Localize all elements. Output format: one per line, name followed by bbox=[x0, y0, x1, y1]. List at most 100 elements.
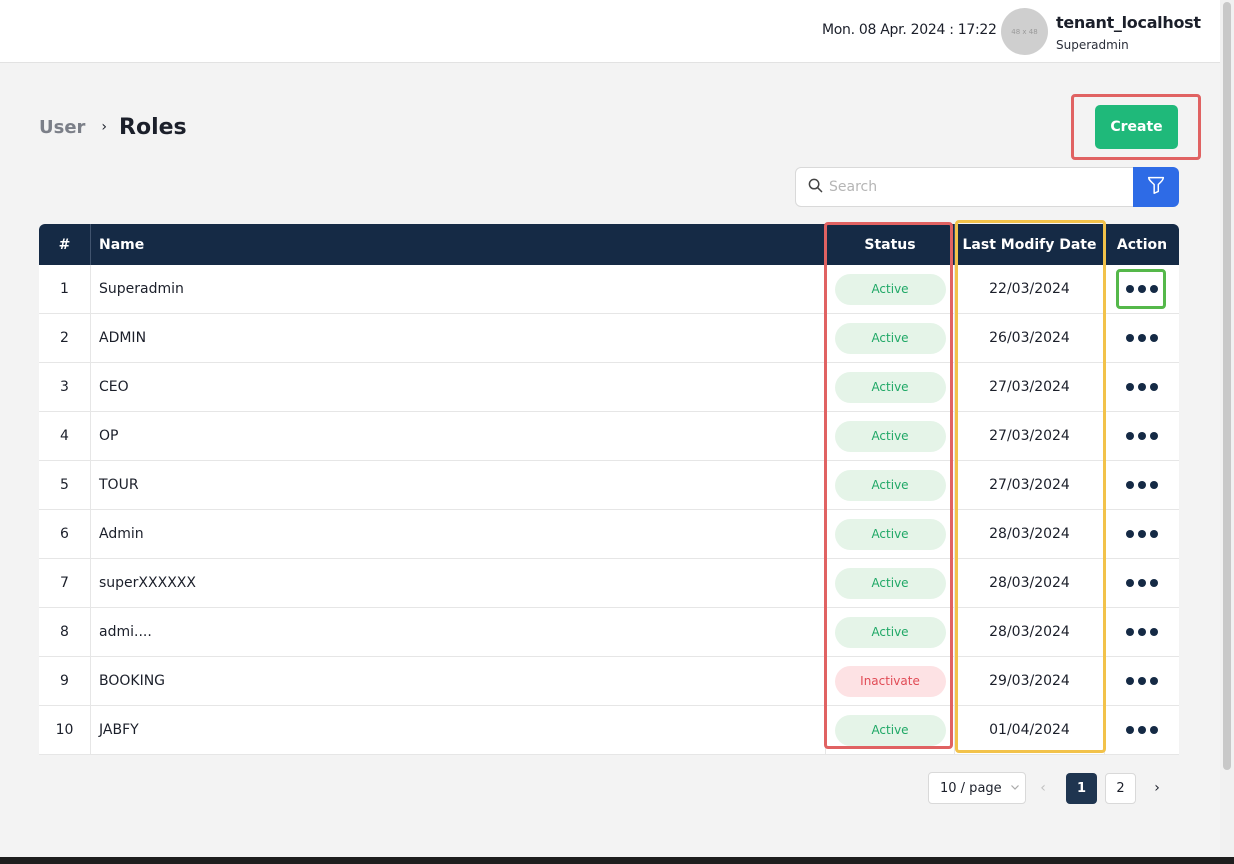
search-box[interactable] bbox=[795, 167, 1135, 207]
breadcrumb: User › Roles bbox=[39, 113, 187, 141]
action-cell bbox=[1105, 608, 1179, 656]
action-cell bbox=[1105, 265, 1179, 313]
status-cell: Inactivate bbox=[826, 657, 955, 705]
more-dots-icon[interactable] bbox=[1126, 579, 1158, 587]
current-datetime: Mon. 08 Apr. 2024 : 17:22 bbox=[822, 22, 997, 38]
table-row: 2 ADMIN Active 26/03/2024 bbox=[39, 314, 1179, 363]
action-cell bbox=[1105, 657, 1179, 705]
more-dots-icon[interactable] bbox=[1126, 334, 1158, 342]
status-badge: Active bbox=[834, 273, 946, 305]
more-dots-icon[interactable] bbox=[1126, 383, 1158, 391]
column-header-num: # bbox=[39, 224, 91, 265]
table-body: 1 Superadmin Active 22/03/2024 2 ADMIN Active 2… bbox=[39, 265, 1179, 755]
search-icon bbox=[808, 178, 823, 197]
more-dots-icon[interactable] bbox=[1126, 628, 1158, 636]
last-modify-date: 22/03/2024 bbox=[955, 265, 1105, 313]
table-row: 9 BOOKING Inactivate 29/03/2024 bbox=[39, 657, 1179, 706]
column-header-action: Action bbox=[1116, 236, 1168, 253]
status-cell: Active bbox=[826, 314, 955, 362]
status-cell: Active bbox=[826, 363, 955, 411]
scrollbar-thumb[interactable] bbox=[1223, 2, 1231, 770]
page-size-select[interactable]: 10 / page bbox=[928, 772, 1026, 804]
table-row: 4 OP Active 27/03/2024 bbox=[39, 412, 1179, 461]
page-size-value: 10 / page bbox=[940, 780, 1002, 796]
pagination: 10 / page ‹ 1 2 › bbox=[928, 772, 1172, 804]
row-number: 10 bbox=[39, 706, 91, 754]
filter-icon bbox=[1145, 174, 1167, 200]
row-number: 7 bbox=[39, 559, 91, 607]
user-role: Superadmin bbox=[1056, 38, 1129, 52]
status-cell: Active bbox=[826, 412, 955, 460]
search-input[interactable] bbox=[829, 179, 1109, 195]
column-header-date[interactable]: Last Modify Date bbox=[955, 224, 1105, 265]
top-bar: Mon. 08 Apr. 2024 : 17:22 48 x 48 tenant… bbox=[0, 0, 1220, 63]
filter-button[interactable] bbox=[1133, 167, 1179, 207]
last-modify-date: 29/03/2024 bbox=[955, 657, 1105, 705]
chevron-down-icon bbox=[1010, 781, 1020, 796]
page-1-button[interactable]: 1 bbox=[1066, 772, 1097, 804]
avatar[interactable]: 48 x 48 bbox=[1001, 8, 1048, 55]
action-cell bbox=[1105, 363, 1179, 411]
action-cell bbox=[1105, 314, 1179, 362]
prev-page-button[interactable]: ‹ bbox=[1028, 772, 1058, 804]
status-badge: Active bbox=[834, 714, 946, 746]
role-name: superXXXXXX bbox=[91, 559, 826, 607]
action-cell bbox=[1105, 706, 1179, 754]
status-badge: Active bbox=[834, 518, 946, 550]
more-dots-icon[interactable] bbox=[1126, 677, 1158, 685]
table-row: 7 superXXXXXX Active 28/03/2024 bbox=[39, 559, 1179, 608]
role-name: CEO bbox=[91, 363, 826, 411]
action-cell bbox=[1105, 412, 1179, 460]
column-header-name[interactable]: Name bbox=[91, 224, 826, 265]
action-cell bbox=[1105, 461, 1179, 509]
row-number: 9 bbox=[39, 657, 91, 705]
row-number: 3 bbox=[39, 363, 91, 411]
status-badge: Active bbox=[834, 420, 946, 452]
status-badge: Active bbox=[834, 371, 946, 403]
breadcrumb-user-link[interactable]: User bbox=[39, 117, 85, 138]
more-dots-icon[interactable] bbox=[1126, 530, 1158, 538]
next-page-button[interactable]: › bbox=[1142, 772, 1172, 804]
table-row: 10 JABFY Active 01/04/2024 bbox=[39, 706, 1179, 755]
chevron-right-icon: › bbox=[101, 119, 108, 135]
role-name: Admin bbox=[91, 510, 826, 558]
role-name: ADMIN bbox=[91, 314, 826, 362]
column-header-status[interactable]: Status bbox=[826, 224, 955, 265]
role-name: JABFY bbox=[91, 706, 826, 754]
roles-table: # Name Status Last Modify Date Action 1 S… bbox=[39, 224, 1179, 755]
page-scrollbar[interactable] bbox=[1220, 0, 1234, 864]
os-taskbar bbox=[0, 857, 1234, 864]
status-badge: Inactivate bbox=[834, 665, 946, 697]
last-modify-date: 01/04/2024 bbox=[955, 706, 1105, 754]
last-modify-date: 28/03/2024 bbox=[955, 559, 1105, 607]
status-cell: Active bbox=[826, 559, 955, 607]
more-dots-icon[interactable] bbox=[1126, 285, 1158, 293]
row-number: 1 bbox=[39, 265, 91, 313]
table-row: 5 TOUR Active 27/03/2024 bbox=[39, 461, 1179, 510]
page-2-button[interactable]: 2 bbox=[1105, 772, 1136, 804]
row-number: 8 bbox=[39, 608, 91, 656]
status-badge: Active bbox=[834, 322, 946, 354]
status-cell: Active bbox=[826, 461, 955, 509]
last-modify-date: 27/03/2024 bbox=[955, 461, 1105, 509]
more-dots-icon[interactable] bbox=[1126, 481, 1158, 489]
action-cell bbox=[1105, 510, 1179, 558]
action-cell bbox=[1105, 559, 1179, 607]
table-row: 8 admi.... Active 28/03/2024 bbox=[39, 608, 1179, 657]
page-title: Roles bbox=[119, 114, 187, 140]
create-button[interactable]: Create bbox=[1095, 105, 1178, 149]
status-cell: Active bbox=[826, 510, 955, 558]
row-number: 2 bbox=[39, 314, 91, 362]
status-badge: Active bbox=[834, 469, 946, 501]
status-cell: Active bbox=[826, 265, 955, 313]
row-number: 5 bbox=[39, 461, 91, 509]
table-header: # Name Status Last Modify Date Action bbox=[39, 224, 1179, 265]
role-name: BOOKING bbox=[91, 657, 826, 705]
user-name[interactable]: tenant_localhost bbox=[1056, 13, 1201, 32]
more-dots-icon[interactable] bbox=[1126, 726, 1158, 734]
last-modify-date: 26/03/2024 bbox=[955, 314, 1105, 362]
status-cell: Active bbox=[826, 706, 955, 754]
role-name: OP bbox=[91, 412, 826, 460]
status-badge: Active bbox=[834, 567, 946, 599]
more-dots-icon[interactable] bbox=[1126, 432, 1158, 440]
